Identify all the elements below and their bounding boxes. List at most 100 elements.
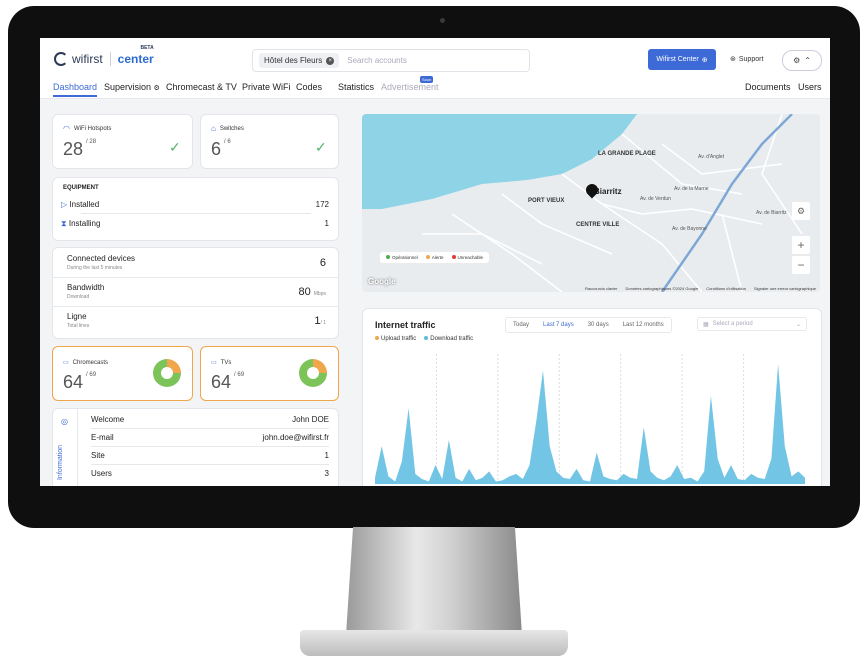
tab-users[interactable]: Users xyxy=(798,82,822,92)
info-row: Users 3 xyxy=(91,469,329,482)
map-footer-terms[interactable]: Conditions d'utilisation xyxy=(706,286,746,291)
bandwidth-sub: Download xyxy=(67,294,90,300)
chromecasts-total: / 69 xyxy=(86,372,97,378)
search-input[interactable]: Search accounts xyxy=(347,56,407,65)
beta-label: BETA xyxy=(140,45,154,51)
logo-product-text: center xyxy=(117,52,154,66)
chromecast-icon: ▭ xyxy=(63,360,69,366)
installed-label-wrap: ▷ Installed xyxy=(61,200,99,209)
installing-value: 1 xyxy=(324,219,329,228)
switches-title: ⌂ Switches xyxy=(211,124,244,133)
remove-chip-icon[interactable]: × xyxy=(326,56,335,65)
info-row-value: john.doe@wifirst.fr xyxy=(262,433,329,442)
calendar-icon: ▦ xyxy=(703,321,709,328)
wifi-hotspots-total: / 28 xyxy=(86,139,97,145)
map-canvas xyxy=(362,114,803,292)
range-30-days[interactable]: 30 days xyxy=(581,322,616,328)
legend-download-label: Download traffic xyxy=(430,336,474,342)
installed-row[interactable]: ▷ Installed 172 xyxy=(61,200,329,209)
settings-small-icon: ⚙ xyxy=(153,85,160,92)
traffic-title: Internet traffic xyxy=(375,320,436,330)
logo[interactable]: wifirst center BETA xyxy=(54,45,154,66)
chromecasts-label: Chromecasts xyxy=(72,359,109,366)
account-search[interactable]: Hôtel des Fleurs × Search accounts xyxy=(252,49,530,72)
equipment-card: EQUIPMENT ▷ Installed 172 ⧗ Installing 1 xyxy=(52,177,339,241)
map-footer-report[interactable]: Signaler une erreur cartographique xyxy=(754,286,816,291)
zoom-in-button[interactable]: + xyxy=(792,236,810,254)
wifirst-center-button[interactable]: Wifirst Center ⊕ xyxy=(648,49,716,70)
ligne-value-wrap: 1/ 1 xyxy=(314,315,326,327)
map-locate-button[interactable]: ⚙ xyxy=(792,202,810,220)
tab-chromecast-tv[interactable]: Chromecast & TV xyxy=(166,82,237,92)
account-chip[interactable]: Hôtel des Fleurs × xyxy=(259,53,340,68)
divider xyxy=(53,306,338,307)
ligne-label: Ligne xyxy=(67,312,87,321)
map-label-grande-plage: LA GRANDE PLAGE xyxy=(598,151,656,157)
traffic-legend: Upload traffic Download traffic xyxy=(375,336,473,342)
wifi-icon: ◠ xyxy=(63,124,70,133)
tab-documents[interactable]: Documents xyxy=(745,82,791,92)
tab-advertisement: Advertisement xyxy=(381,82,439,92)
switch-icon: ⌂ xyxy=(211,124,216,133)
tab-statistics[interactable]: Statistics xyxy=(338,82,374,92)
map-label-anglet: Av. d'Anglet xyxy=(698,154,725,160)
main-nav: Dashboard Supervision ⚙ Chromecast & TV … xyxy=(40,76,830,99)
legend-alert-label: Alerte xyxy=(431,255,444,260)
ligne-total: / 1 xyxy=(320,320,326,326)
connected-devices-label: Connected devices xyxy=(67,254,136,263)
network-stats-card: Connected devices During the last 5 minu… xyxy=(52,247,339,339)
support-label: Support xyxy=(738,55,764,63)
equipment-title: EQUIPMENT xyxy=(63,185,99,191)
information-side-label: Information xyxy=(57,444,65,481)
information-side: ◎ Information xyxy=(55,409,78,486)
check-icon: ✓ xyxy=(315,139,327,155)
legend-unreachable-label: Unreachable xyxy=(457,255,484,260)
tab-supervision-label: Supervision xyxy=(104,82,152,92)
switches-card[interactable]: ⌂ Switches 6/ 6 ✓ xyxy=(200,114,339,169)
download-series xyxy=(375,364,805,484)
tab-dashboard[interactable]: Dashboard xyxy=(53,82,98,97)
logo-product: center BETA xyxy=(117,45,154,66)
chromecasts-card[interactable]: ▭ Chromecasts 64/ 69 xyxy=(52,346,193,401)
period-picker[interactable]: ▦ Select a period ⌄ xyxy=(697,317,807,331)
settings-menu[interactable]: ⚙ ⌃ xyxy=(782,50,822,71)
tv-icon: ▭ xyxy=(211,360,217,366)
chromecasts-value: 64/ 69 xyxy=(63,372,96,393)
zoom-out-button[interactable]: − xyxy=(792,256,810,274)
tab-supervision[interactable]: Supervision ⚙ xyxy=(104,82,160,92)
legend-upload[interactable]: Upload traffic xyxy=(375,336,416,342)
legend-unreachable: Unreachable xyxy=(451,255,484,260)
logo-brand: wifirst xyxy=(72,52,103,66)
support-link[interactable]: ⊛ Support xyxy=(730,55,764,64)
range-last-7-days[interactable]: Last 7 days xyxy=(536,322,581,328)
tab-codes[interactable]: Codes xyxy=(296,82,322,92)
info-row-value: 3 xyxy=(324,469,329,478)
switches-total: / 6 xyxy=(224,139,231,145)
divider xyxy=(53,277,338,278)
legend-download[interactable]: Download traffic xyxy=(424,336,473,342)
legend-operational-label: Opérationnel xyxy=(392,255,418,260)
tvs-card[interactable]: ▭ TVs 64/ 69 xyxy=(200,346,339,401)
info-row-value: 1 xyxy=(324,451,329,460)
chromecasts-count: 64 xyxy=(63,372,84,392)
map-footer: Raccourcis clavier Données cartographiqu… xyxy=(362,284,820,292)
site-map[interactable]: LA GRANDE PLAGE PORT VIEUX CENTRE VILLE … xyxy=(362,114,820,292)
traffic-chart xyxy=(375,354,805,484)
gear-icon: ⚙ xyxy=(793,56,801,65)
installing-label-wrap: ⧗ Installing xyxy=(61,219,100,229)
tab-private-wifi[interactable]: Private WiFi xyxy=(242,82,291,92)
range-selector: Today Last 7 days 30 days Last 12 months xyxy=(505,317,672,333)
map-footer-shortcuts[interactable]: Raccourcis clavier xyxy=(585,286,617,291)
wifi-hotspots-title: ◠ WiFi Hotspots xyxy=(63,124,111,133)
divider xyxy=(81,213,311,214)
connected-devices-value: 6 xyxy=(319,257,326,269)
bandwidth-unit: Mbps xyxy=(313,291,326,297)
information-card: ◎ Information Welcome John DOE E-mail john.… xyxy=(52,408,339,486)
range-last-12-months[interactable]: Last 12 months xyxy=(616,322,671,328)
range-today[interactable]: Today xyxy=(506,322,536,328)
info-row-label: Users xyxy=(91,469,112,478)
wifi-hotspots-card[interactable]: ◠ WiFi Hotspots 28/ 28 ✓ xyxy=(52,114,193,169)
chromecasts-donut-chart xyxy=(153,359,181,387)
installing-row[interactable]: ⧗ Installing 1 xyxy=(61,219,329,229)
monitor-base xyxy=(300,630,568,656)
